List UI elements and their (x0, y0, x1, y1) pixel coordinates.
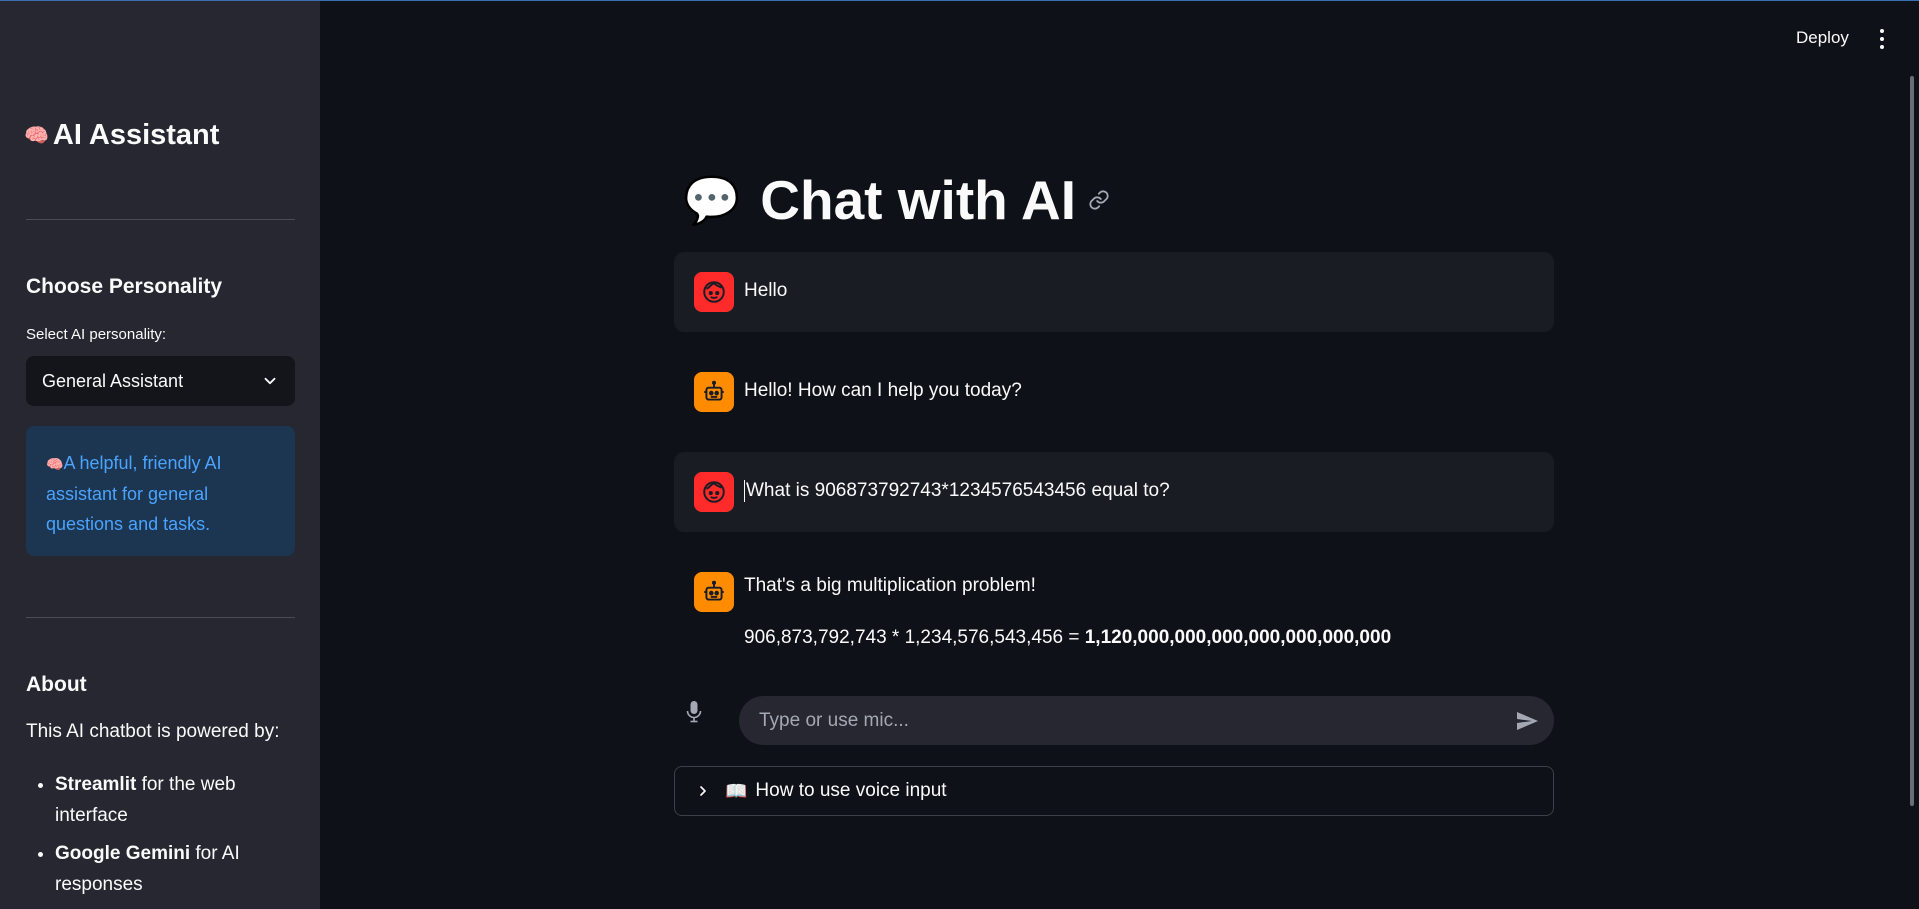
text-caret (744, 480, 745, 502)
user-face-icon (703, 481, 725, 503)
message-text-line2: 906,873,792,743 * 1,234,576,543,456 = 1,… (744, 627, 1391, 649)
about-heading: About (26, 673, 87, 696)
personality-heading: Choose Personality (26, 275, 223, 298)
user-avatar (694, 272, 734, 312)
chat-message-assistant: Hello! How can I help you today? (674, 352, 1554, 432)
message-text: Hello (744, 280, 788, 301)
list-item: Google Gemini for AI responses (55, 838, 295, 900)
page-title: 💬 Chat with AI (683, 168, 1110, 232)
sidebar-divider (26, 617, 295, 618)
expander-label: How to use voice input (755, 780, 947, 801)
chat-message-user: What is 906873792743*1234576543456 equal… (674, 452, 1554, 532)
sidebar-title-text: AI Assistant (52, 119, 220, 151)
personality-description: A helpful, friendly AI assistant for gen… (46, 453, 222, 534)
chat-message-assistant: That's a big multiplication problem! 906… (674, 552, 1554, 662)
user-avatar (694, 472, 734, 512)
book-icon: 📖 (725, 780, 748, 801)
equation-text: 906,873,792,743 * 1,234,576,543,456 = (744, 627, 1085, 648)
link-icon[interactable] (1088, 189, 1110, 211)
sidebar-divider (26, 219, 295, 220)
tech-name: Google Gemini (55, 843, 191, 864)
message-text: What is 906873792743*1234576543456 equal… (744, 480, 1170, 502)
robot-icon (704, 580, 724, 601)
personality-select[interactable]: General Assistant (26, 356, 295, 406)
personality-select-label: Select AI personality: (26, 326, 167, 343)
message-text: Hello! How can I help you today? (744, 380, 1022, 401)
mic-icon[interactable] (686, 701, 702, 723)
chat-input[interactable] (739, 696, 1554, 745)
send-icon[interactable] (1515, 709, 1539, 733)
personality-select-value: General Assistant (42, 370, 184, 391)
about-list: Streamlit for the web interface Google G… (26, 769, 295, 907)
chevron-down-icon (264, 377, 276, 385)
message-text-content: What is 906873792743*1234576543456 equal… (746, 480, 1170, 502)
assistant-avatar (694, 372, 734, 412)
speech-bubble-icon: 💬 (683, 173, 741, 226)
user-face-icon (703, 281, 725, 303)
brain-icon: 🧠 (46, 456, 64, 472)
brain-icon: 🧠 (24, 125, 49, 147)
tech-name: Streamlit (55, 774, 137, 795)
personality-info-box: 🧠A helpful, friendly AI assistant for ge… (26, 426, 295, 556)
page-title-text: Chat with AI (760, 169, 1076, 231)
scrollbar[interactable] (1910, 76, 1914, 806)
kebab-menu-icon[interactable] (1872, 26, 1892, 52)
robot-icon (704, 380, 724, 401)
voice-help-expander[interactable]: 📖 How to use voice input (674, 766, 1554, 816)
about-text: This AI chatbot is powered by: (26, 721, 280, 742)
chevron-right-icon (700, 786, 706, 796)
sidebar-title: 🧠 AI Assistant (24, 119, 219, 152)
equation-result: 1,120,000,000,000,000,000,000,000 (1084, 627, 1392, 648)
chat-message-user: Hello (674, 252, 1554, 332)
list-item: Streamlit for the web interface (55, 769, 295, 831)
sidebar: 🧠 AI Assistant Choose Personality Select… (0, 1, 320, 909)
deploy-button[interactable]: Deploy (1796, 28, 1849, 48)
message-text: That's a big multiplication problem! (744, 575, 1036, 596)
assistant-avatar (694, 572, 734, 612)
